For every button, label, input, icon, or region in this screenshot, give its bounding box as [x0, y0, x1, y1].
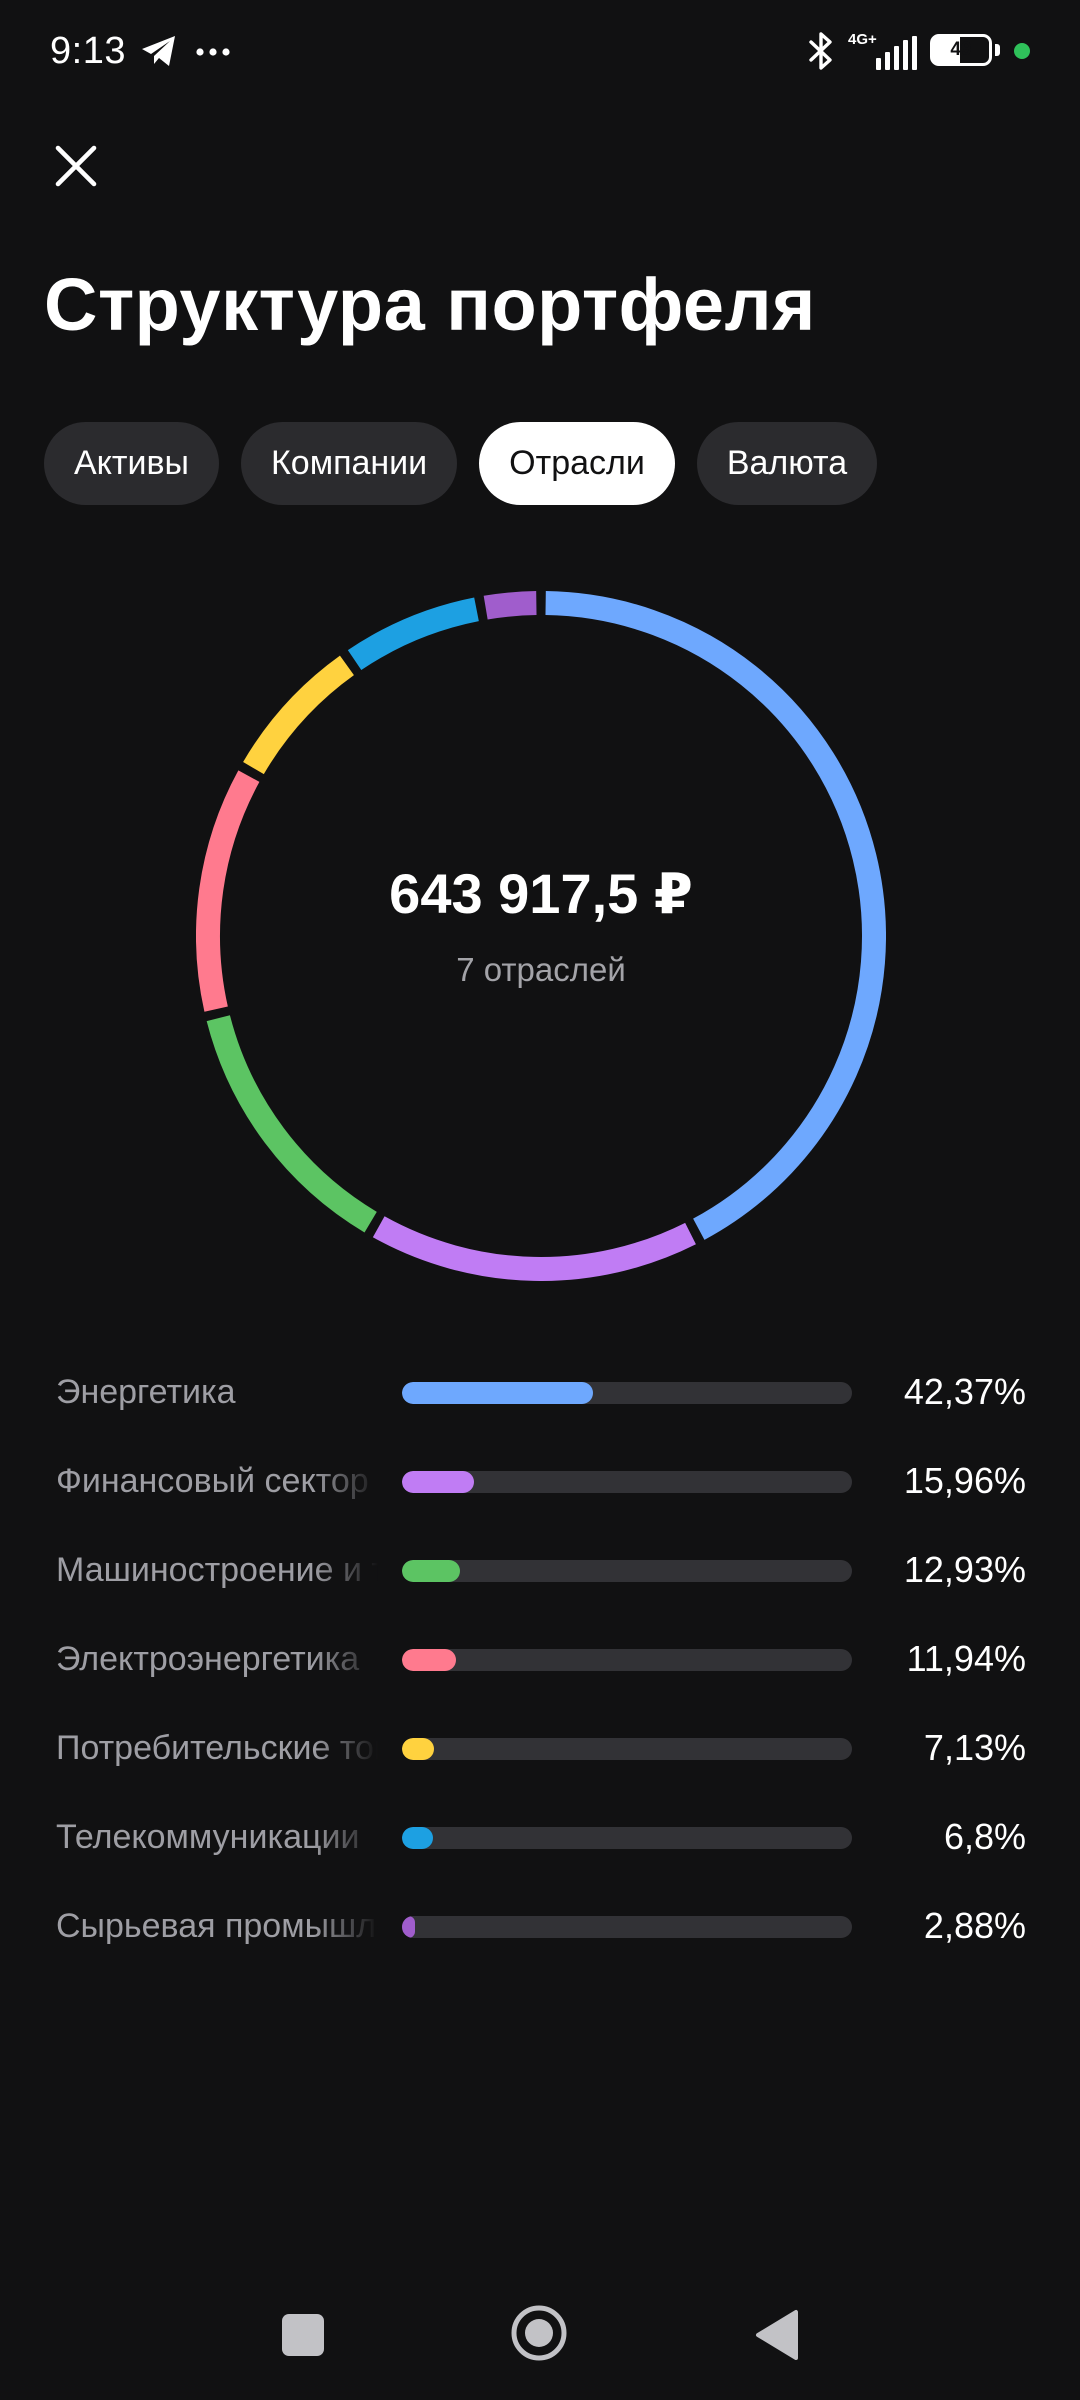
tab-currency[interactable]: Валюта	[696, 422, 878, 505]
page-title: Структура портфеля	[44, 263, 816, 346]
sector-row-machinery[interactable]: Машиностроение и транспорт 12,93%	[0, 1526, 1080, 1614]
more-dots-icon	[196, 48, 230, 56]
sector-bar-track	[402, 1827, 852, 1849]
sector-bar-track	[402, 1738, 852, 1760]
telegram-icon	[142, 36, 175, 66]
sector-bar-fill	[402, 1560, 461, 1582]
sector-bar-track	[402, 1560, 852, 1582]
tab-assets[interactable]: Активы	[44, 422, 219, 505]
signal-strength-icon	[876, 36, 917, 70]
home-circle-icon[interactable]	[510, 2304, 568, 2362]
sector-name: Энергетика	[56, 1373, 236, 1411]
close-button[interactable]	[40, 130, 112, 202]
sector-percent: 11,94%	[906, 1638, 1026, 1679]
network-type: 4G+	[848, 31, 877, 48]
sector-row-telecom[interactable]: Телекоммуникации 6,8%	[0, 1793, 1080, 1881]
sector-bar-track	[402, 1382, 852, 1404]
donut-segment-6	[483, 591, 537, 620]
sector-bar-fill	[402, 1382, 593, 1404]
system-nav-bar	[0, 2290, 1080, 2380]
sector-name: Потребительские товары	[56, 1729, 378, 1767]
tab-companies[interactable]: Компании	[241, 422, 458, 505]
recents-square-icon[interactable]	[282, 2314, 324, 2356]
donut-svg	[196, 591, 886, 1281]
sector-bar-fill	[402, 1827, 433, 1849]
tab-sectors[interactable]: Отрасли	[479, 422, 675, 505]
portfolio-total: 643 917,5 ₽	[389, 862, 693, 925]
tab-bar: Активы Компании Отрасли Валюта	[44, 422, 878, 505]
sector-bar-track	[402, 1649, 852, 1671]
sector-bar-fill	[402, 1649, 456, 1671]
sector-name: Телекоммуникации	[56, 1818, 360, 1856]
sector-name: Электроэнергетика	[56, 1640, 360, 1678]
sector-row-energy[interactable]: Энергетика 42,37%	[0, 1348, 1080, 1436]
sector-percent: 2,88%	[923, 1905, 1026, 1946]
privacy-indicator-dot	[1014, 43, 1030, 59]
sector-bar-track	[402, 1471, 852, 1493]
donut-segment-5	[347, 597, 479, 671]
sector-bar-track	[402, 1916, 852, 1938]
sector-bar-fill	[402, 1471, 474, 1493]
sector-bar-fill	[402, 1738, 435, 1760]
sector-percent: 42,37%	[903, 1371, 1026, 1412]
sector-bar-fill	[402, 1916, 415, 1938]
close-icon	[55, 145, 97, 187]
battery-icon: 49	[930, 34, 992, 66]
sector-percent: 7,13%	[923, 1727, 1026, 1768]
sector-row-consumer[interactable]: Потребительские товары 7,13%	[0, 1704, 1080, 1792]
donut-segment-2	[206, 1015, 377, 1233]
back-triangle-icon[interactable]	[752, 2308, 800, 2362]
sector-name: Машиностроение и транспорт	[56, 1551, 378, 1589]
sector-name: Финансовый сектор	[56, 1462, 369, 1500]
sector-percent: 6,8%	[943, 1816, 1026, 1857]
battery-tip	[995, 44, 1000, 56]
sector-row-power[interactable]: Электроэнергетика 11,94%	[0, 1615, 1080, 1703]
sector-count: 7 отраслей	[456, 951, 626, 988]
status-time: 9:13	[50, 30, 126, 72]
sector-name: Сырьевая промышленность	[56, 1907, 378, 1945]
sector-percent: 12,93%	[903, 1549, 1026, 1590]
sector-donut-chart: 643 917,5 ₽ 7 отраслей	[196, 591, 886, 1281]
donut-segment-4	[243, 655, 355, 775]
sector-percent: 15,96%	[903, 1460, 1026, 1501]
donut-segment-1	[372, 1216, 696, 1281]
status-bar: 9:13 4G+ 49	[0, 0, 1080, 105]
sector-row-finance[interactable]: Финансовый сектор 15,96%	[0, 1437, 1080, 1525]
sector-row-materials[interactable]: Сырьевая промышленность 2,88%	[0, 1882, 1080, 1970]
battery-percent: 49	[950, 39, 972, 60]
bluetooth-icon	[809, 32, 832, 70]
